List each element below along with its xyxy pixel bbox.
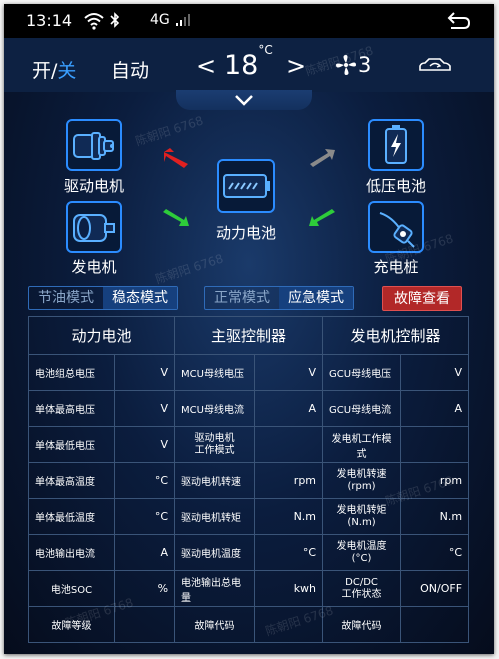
temperature-display: 18°C	[224, 43, 273, 81]
table-row: 电池SOC% 电池输出总电量 kwh DC/DC 工作状态 ON/OFF	[28, 570, 470, 607]
table-cell-label: 电池SOC	[28, 570, 115, 607]
chevron-down-icon	[235, 95, 253, 106]
gray-arrow-icon	[310, 149, 335, 167]
power-off-label[interactable]: 关	[57, 60, 76, 82]
climate-control-bar: 开/关 自动 < 18°C > 3	[4, 38, 494, 92]
table-cell-unit: kwh	[254, 570, 324, 607]
status-bar: 13:14 4G	[4, 4, 494, 38]
table-cell-unit	[400, 606, 470, 643]
header-power-battery: 动力电池	[27, 316, 176, 355]
table-cell-label: MCU母线电流	[174, 390, 256, 427]
table-cell-unit: V	[254, 354, 324, 391]
low-voltage-battery-label: 低压电池	[365, 177, 426, 195]
table-cell-unit: V	[113, 354, 176, 391]
generator-label: 发电机	[71, 258, 117, 276]
operation-mode-selector: 正常模式 应急模式	[204, 286, 354, 310]
header-generator-controller: 发电机控制器	[322, 316, 470, 355]
table-cell-label: 电池输出总电量	[174, 570, 256, 607]
table-cell-unit	[254, 426, 324, 463]
table-cell-unit	[400, 426, 470, 463]
back-icon[interactable]	[446, 10, 472, 32]
watermark: 陈朝阳 6768	[133, 113, 205, 149]
red-arrow-icon	[164, 148, 188, 168]
table-cell-label: 单体最高电压	[28, 390, 115, 427]
fuel-mode-selector: 节油模式 稳态模式	[28, 286, 178, 310]
table-row: 电池输出电流 A 驱动电机温度 °C 发电机温度 (°C) °C	[28, 534, 470, 571]
table-cell-unit: °C	[254, 534, 324, 571]
green-arrow-right-icon	[309, 209, 335, 226]
table-cell-unit: A	[400, 390, 470, 427]
table-cell-label: 驱动电机转速	[174, 462, 256, 499]
table-header-row: 动力电池 主驱控制器 发电机控制器	[27, 316, 470, 355]
table-cell-label: 发电机工作模式	[322, 426, 402, 463]
table-cell-label: 单体最低电压	[28, 426, 115, 463]
table-cell-unit: °C	[400, 534, 470, 571]
table-cell-label: GCU母线电压	[322, 354, 402, 391]
table-cell-label: 电池输出电流	[28, 534, 115, 571]
table-cell-unit: V	[113, 426, 176, 463]
table-cell-unit: V	[400, 354, 470, 391]
low-voltage-battery-icon[interactable]	[368, 119, 424, 171]
table-cell-unit: rpm	[254, 462, 324, 499]
table-cell-label: 电池组总电压	[28, 354, 115, 391]
bluetooth-icon	[110, 12, 120, 28]
screen: 13:14 4G 开/关 自动 < 18°C > 3 驱动电机 低压电池 动力电…	[4, 4, 494, 654]
table-cell-label: 故障代码	[174, 606, 256, 643]
power-toggle[interactable]: 开/关	[32, 56, 76, 83]
table-cell-label: 驱动电机转矩	[174, 498, 256, 535]
economy-mode-button[interactable]: 节油模式	[29, 287, 103, 309]
table-cell-unit: ON/OFF	[400, 570, 470, 607]
battery-pack-icon	[223, 174, 270, 198]
fault-view-button[interactable]: 故障查看	[382, 286, 462, 311]
header-main-controller: 主驱控制器	[174, 316, 324, 355]
table-cell-label: 驱动电机 工作模式	[174, 426, 256, 463]
normal-mode-button[interactable]: 正常模式	[205, 287, 279, 309]
drive-motor-icon[interactable]	[66, 119, 122, 171]
air-recirculation-icon[interactable]	[418, 56, 452, 74]
table-cell-label: 驱动电机温度	[174, 534, 256, 571]
table-row: 单体最高电压 V MCU母线电流 A GCU母线电流 A	[28, 390, 470, 427]
table-cell-unit: N.m	[400, 498, 470, 535]
temperature-unit: °C	[258, 43, 273, 57]
generator-machine-icon	[73, 214, 115, 242]
battery-icon	[385, 125, 407, 164]
network-type: 4G	[150, 12, 170, 28]
table-cell-unit: A	[113, 534, 176, 571]
signal-icon	[176, 14, 190, 26]
wifi-icon	[84, 13, 104, 30]
status-table: 动力电池 主驱控制器 发电机控制器 电池组总电压 V MCU母线电压 V GCU母线电压…	[27, 316, 470, 643]
clock: 13:14	[26, 11, 73, 30]
table-cell-unit: °C	[113, 498, 176, 535]
temp-decrease-button[interactable]: <	[196, 52, 216, 80]
drive-motor-label: 驱动电机	[63, 177, 124, 195]
motor-icon	[73, 132, 114, 160]
generator-icon[interactable]	[66, 201, 122, 253]
table-cell-unit: A	[254, 390, 324, 427]
table-cell-unit: °C	[113, 462, 176, 499]
table-row: 电池组总电压 V MCU母线电压 V GCU母线电压 V	[28, 354, 470, 391]
watermark: 陈朝阳 6768	[153, 251, 225, 287]
table-row: 单体最低电压 V 驱动电机 工作模式 发电机工作模式	[28, 426, 470, 463]
collapse-tab[interactable]	[176, 90, 312, 110]
green-arrow-left-icon	[163, 209, 189, 226]
table-cell-label: MCU母线电压	[174, 354, 256, 391]
table-cell-unit: V	[113, 390, 176, 427]
table-cell-label: 发电机温度 (°C)	[322, 534, 402, 571]
table-cell-label: 单体最低温度	[28, 498, 115, 535]
power-battery-icon[interactable]	[217, 159, 275, 213]
table-cell-label: 故障代码	[322, 606, 402, 643]
emergency-mode-button[interactable]: 应急模式	[279, 287, 353, 309]
power-on-label[interactable]: 开	[32, 60, 51, 82]
steady-mode-button[interactable]: 稳态模式	[103, 287, 177, 309]
table-cell-label: 单体最高温度	[28, 462, 115, 499]
table-cell-label: GCU母线电流	[322, 390, 402, 427]
table-cell-unit: N.m	[254, 498, 324, 535]
temperature-value: 18	[224, 50, 259, 81]
table-cell-label: DC/DC 工作状态	[322, 570, 402, 607]
power-battery-label: 动力电池	[215, 224, 276, 242]
auto-button[interactable]: 自动	[111, 56, 149, 83]
